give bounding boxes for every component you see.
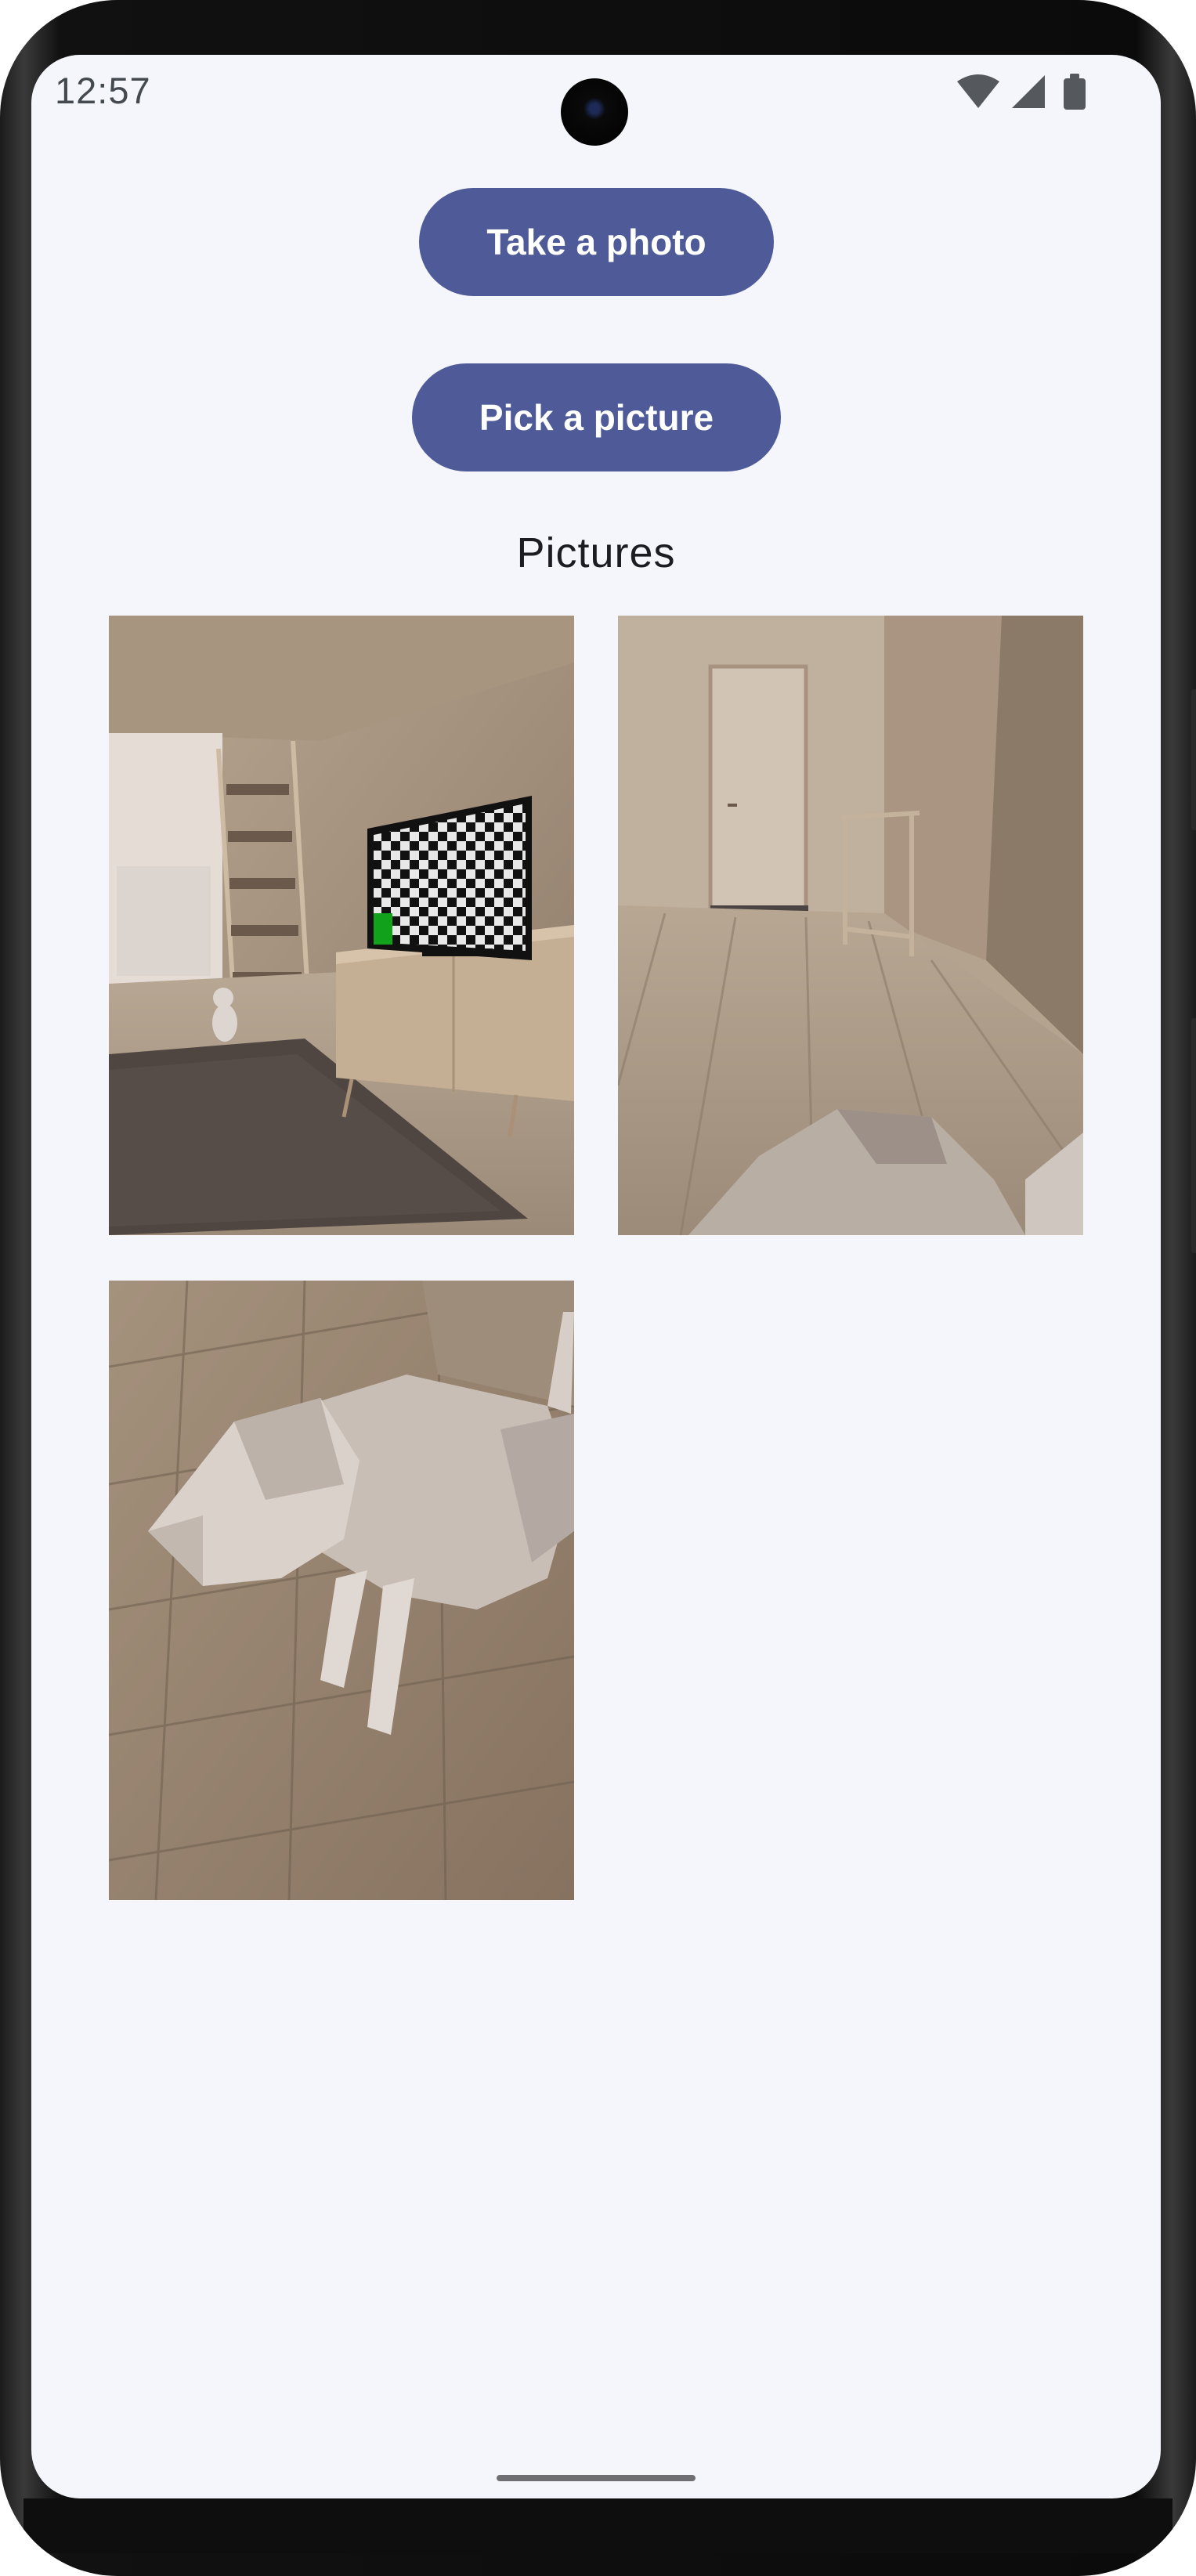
bottom-bezel [23,2498,1173,2553]
app-screen: 12:57 Take a photo Pick a picture Pictur… [31,55,1161,2498]
power-button [1191,689,1196,830]
status-icons [957,72,1090,111]
pick-picture-button[interactable]: Pick a picture [412,363,781,471]
status-time: 12:57 [55,70,151,111]
picture-thumbnail[interactable] [109,1281,574,1900]
take-photo-button[interactable]: Take a photo [419,188,774,296]
living-room-tv-photo [109,616,574,1235]
volume-button [1191,1018,1196,1253]
cell-signal-icon [1012,75,1045,108]
dog-figure-photo [109,1281,574,1900]
battery-icon [1064,74,1086,110]
front-camera [561,78,628,146]
picture-thumbnail[interactable] [618,616,1083,1235]
phone-frame: 12:57 Take a photo Pick a picture Pictur… [0,0,1196,2576]
picture-thumbnail[interactable] [109,616,574,1235]
home-indicator[interactable] [497,2475,696,2481]
wifi-icon [957,74,999,108]
hallway-door-photo [618,616,1083,1235]
pictures-heading: Pictures [516,529,676,576]
